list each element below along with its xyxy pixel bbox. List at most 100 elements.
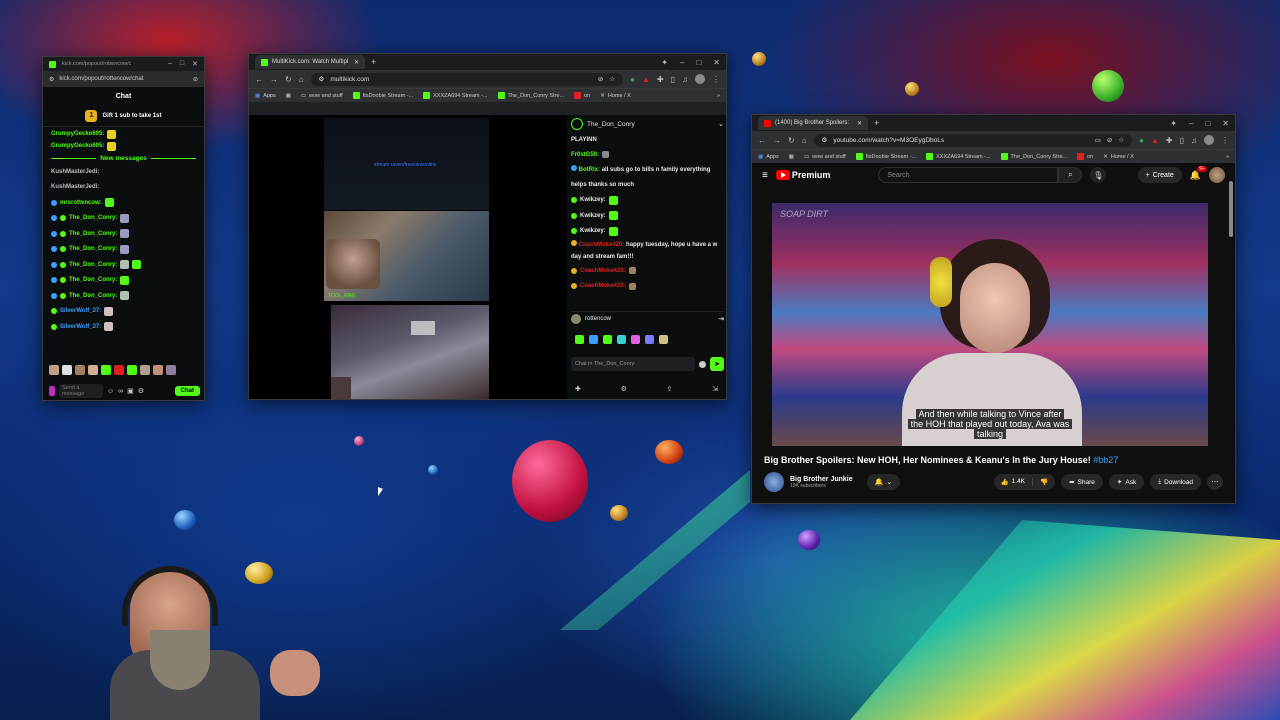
- chat-username[interactable]: Kwikzey:: [580, 213, 606, 219]
- tab-multikick[interactable]: MultiKick.com: Watch Multipl ✕: [255, 55, 365, 69]
- chat-username[interactable]: SilverWolf_27:: [60, 324, 101, 330]
- emote-icon[interactable]: [603, 335, 612, 344]
- send-button[interactable]: ➤: [710, 357, 724, 371]
- hamburger-menu-icon[interactable]: ≡: [762, 170, 768, 181]
- profile-avatar[interactable]: [1204, 135, 1214, 145]
- maximize-icon[interactable]: □: [180, 60, 184, 68]
- like-button[interactable]: 👍 1.4K: [994, 478, 1033, 486]
- controller-icon[interactable]: ∞: [118, 388, 123, 395]
- logout-icon[interactable]: ⇲: [712, 385, 718, 393]
- mic-icon[interactable]: 🎙: [1090, 167, 1107, 183]
- emote-icon[interactable]: [153, 365, 163, 375]
- streamer-name[interactable]: The_Don_Conry: [587, 121, 635, 128]
- youtube-logo-icon[interactable]: [775, 170, 790, 180]
- back-icon[interactable]: ←: [255, 75, 263, 84]
- close-tab-icon[interactable]: ✕: [857, 120, 862, 127]
- subscribed-bell-button[interactable]: 🔔 ⌄: [866, 474, 901, 490]
- minimize-icon[interactable]: –: [168, 60, 172, 68]
- reload-icon[interactable]: ↻: [788, 136, 795, 145]
- adobe-extension-icon[interactable]: ▲: [1151, 136, 1159, 145]
- bookmark-item[interactable]: ✕ Home / X: [1103, 154, 1134, 160]
- stream-player-middle[interactable]: TOOL_RNG: [324, 211, 489, 301]
- media-icon[interactable]: ♫: [682, 75, 688, 84]
- emoji-icon[interactable]: ☺: [107, 388, 114, 395]
- bookmark-item[interactable]: The_Don_Conry Stre...: [497, 92, 564, 99]
- menu-kebab-icon[interactable]: ⋮: [712, 75, 720, 84]
- close-icon[interactable]: ✕: [192, 60, 198, 68]
- more-bookmarks-icon[interactable]: »: [1226, 154, 1229, 160]
- tab-youtube[interactable]: (1400) Big Brother Spoilers: ✕: [758, 116, 868, 130]
- emote-icon[interactable]: [645, 335, 654, 344]
- youtube-logo-text[interactable]: Premium: [792, 170, 831, 180]
- video-player[interactable]: SOAP DIRT And then while talking to Vinc…: [772, 203, 1208, 446]
- address-bar[interactable]: ⚙ multikick.com ⊘ ☆: [310, 72, 624, 86]
- bookmark-item[interactable]: XXXZA694 Stream -...: [423, 92, 488, 99]
- maximize-icon[interactable]: □: [696, 58, 701, 67]
- apps-grid-icon[interactable]: ▦: [286, 93, 291, 99]
- chat-username[interactable]: CoachMoke420:: [580, 283, 626, 289]
- extension-icon[interactable]: ●: [630, 75, 635, 84]
- extensions-puzzle-icon[interactable]: ✚: [657, 75, 664, 84]
- chat-username[interactable]: The_Don_Conry:: [69, 231, 117, 237]
- emote-icon[interactable]: [659, 335, 668, 344]
- address-bar[interactable]: ⚙ youtube.com/watch?v=M3OEygDboLs ▭ ⊘ ☆: [813, 133, 1133, 147]
- chat-username[interactable]: mrsrottencow:: [60, 200, 102, 206]
- chat-input[interactable]: Send a message: [59, 384, 103, 398]
- menu-kebab-icon[interactable]: ⋮: [1221, 136, 1229, 145]
- emote-icon[interactable]: [49, 365, 59, 375]
- popout-icon[interactable]: ⇥: [718, 315, 724, 323]
- forward-icon[interactable]: →: [270, 75, 278, 84]
- chat-username[interactable]: Kwikzey:: [580, 197, 606, 203]
- chevron-down-icon[interactable]: ⌄: [718, 120, 724, 128]
- reload-icon[interactable]: ↻: [285, 75, 292, 84]
- emote-icon[interactable]: [589, 335, 598, 344]
- bookmark-item[interactable]: ▦ Apps: [255, 93, 276, 99]
- close-icon[interactable]: ✕: [1222, 119, 1229, 128]
- chat-input[interactable]: Chat in The_Don_Conry: [571, 357, 695, 371]
- close-icon[interactable]: ✕: [713, 58, 720, 67]
- chat-username[interactable]: KushMasterJedi:: [51, 169, 99, 175]
- chat-username[interactable]: GrumpyGecko605:: [51, 131, 104, 137]
- bookmark-star-icon[interactable]: ☆: [609, 75, 615, 83]
- media-icon[interactable]: ♫: [1191, 136, 1197, 145]
- emoji-icon[interactable]: [699, 360, 706, 368]
- second-streamer-name[interactable]: rottencow: [585, 316, 611, 322]
- chat-username[interactable]: GrumpyGecko605:: [51, 143, 104, 149]
- gift-sub-banner[interactable]: 1 Gift 1 sub to take 1st: [43, 105, 204, 127]
- search-input[interactable]: Search: [878, 167, 1059, 183]
- add-user-icon[interactable]: ✚: [575, 385, 581, 393]
- channel-name[interactable]: Big Brother Junkie: [790, 476, 853, 483]
- chat-username[interactable]: KushMasterJedi:: [51, 184, 99, 190]
- chat-username[interactable]: The_Don_Conry:: [69, 277, 117, 283]
- bookmark-item[interactable]: on: [1077, 153, 1093, 160]
- chat-username[interactable]: SilverWolf_27:: [60, 308, 101, 314]
- create-button[interactable]: + Create: [1137, 167, 1182, 183]
- chat-username[interactable]: The_Don_Conry:: [69, 246, 117, 252]
- cast-icon[interactable]: ▭: [1095, 136, 1101, 144]
- chat-send-button[interactable]: Chat: [174, 386, 200, 396]
- bookmark-item[interactable]: The_Don_Conry Stre...: [1000, 153, 1067, 160]
- emote-icon[interactable]: [114, 365, 124, 375]
- bookmark-star-icon[interactable]: ☆: [1118, 136, 1124, 144]
- chat-username[interactable]: The_Don_Conry:: [69, 262, 117, 268]
- share-icon[interactable]: ⇪: [667, 385, 673, 393]
- minimize-icon[interactable]: –: [680, 58, 684, 67]
- eye-off-icon[interactable]: ⊘: [193, 76, 198, 83]
- forward-icon[interactable]: →: [773, 136, 781, 145]
- emote-icon[interactable]: [617, 335, 626, 344]
- bookmark-item[interactable]: ▦ Apps: [758, 154, 779, 160]
- chat-username[interactable]: Kwikzey:: [580, 228, 606, 234]
- bookmark-item[interactable]: ✕ Home / X: [600, 93, 631, 99]
- emote-icon[interactable]: [575, 335, 584, 344]
- apps-grid-icon[interactable]: ▦: [789, 154, 794, 160]
- emote-icon[interactable]: [88, 365, 98, 375]
- bookmark-item[interactable]: ▭ wow and stuff: [804, 154, 846, 160]
- account-avatar[interactable]: [1209, 167, 1225, 183]
- bookmark-item[interactable]: ▭ wow and stuff: [301, 93, 343, 99]
- profile-avatar[interactable]: [695, 74, 705, 84]
- streamer-avatar[interactable]: [571, 118, 583, 130]
- eye-off-icon[interactable]: ⊘: [1107, 136, 1112, 144]
- hashtag-link[interactable]: #bb27: [1093, 455, 1118, 465]
- ask-button[interactable]: ✦ Ask: [1108, 474, 1145, 490]
- home-icon[interactable]: ⌂: [802, 136, 807, 145]
